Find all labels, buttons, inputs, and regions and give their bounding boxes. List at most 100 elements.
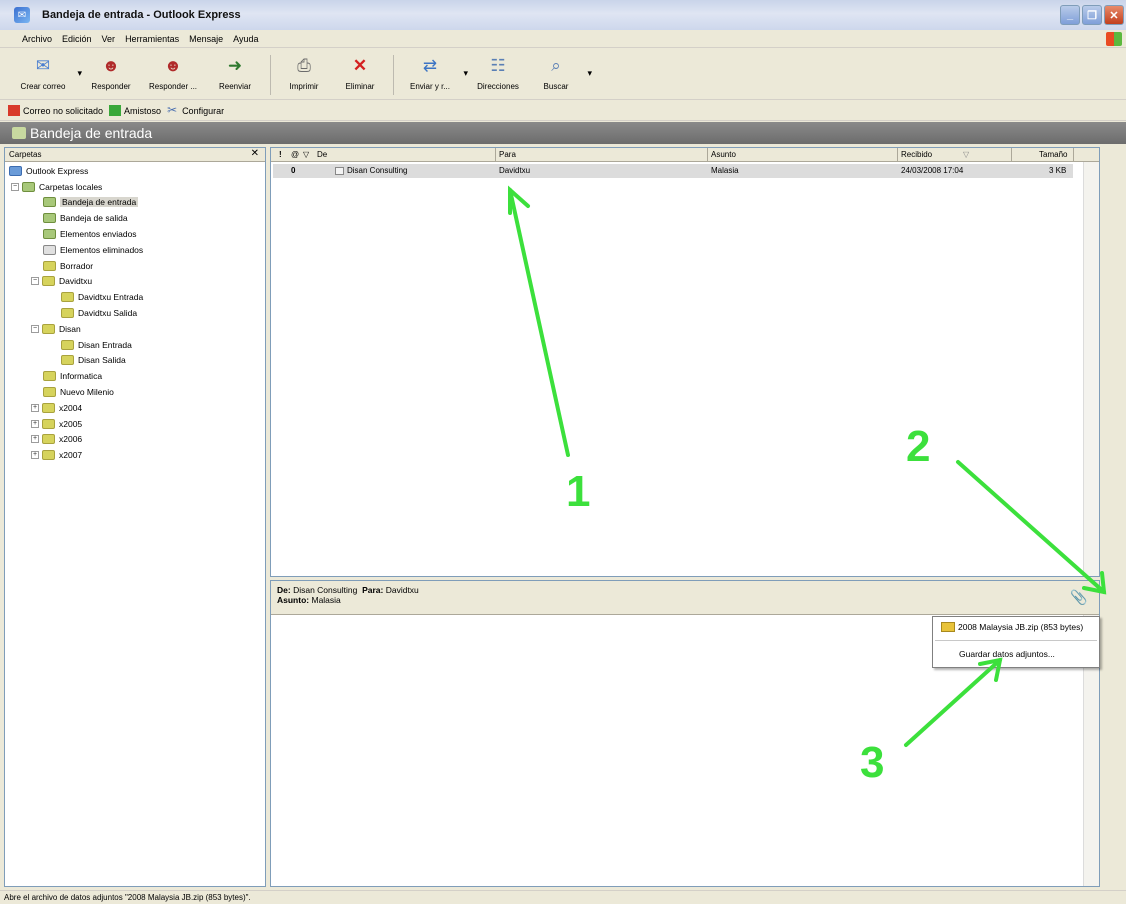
- configure-button[interactable]: ✂ Configurar: [167, 104, 224, 116]
- folder-bar: Bandeja de entrada: [0, 122, 1126, 144]
- folder-x2006[interactable]: + x2006: [5, 432, 265, 448]
- annotation-label-1: 1: [566, 467, 591, 516]
- size-column-header[interactable]: Tamaño: [1039, 150, 1067, 159]
- send-receive-icon: ⇄: [422, 56, 438, 75]
- folder-icon: [22, 181, 35, 192]
- address-book-icon: ☷: [490, 56, 506, 75]
- expand-icon[interactable]: +: [31, 435, 39, 444]
- folder-davidtxu[interactable]: − Davidtxu: [5, 274, 265, 290]
- outlook-express-icon: [9, 165, 22, 176]
- folder-icon: [61, 292, 74, 303]
- outlook-icon: ✉: [14, 7, 30, 23]
- subject-column-header[interactable]: Asunto: [711, 150, 736, 159]
- print-button[interactable]: ⎙ Imprimir: [281, 55, 327, 91]
- find-button[interactable]: ⌕ Buscar ▾: [536, 55, 592, 91]
- minimize-button[interactable]: _: [1060, 5, 1080, 25]
- current-folder-title: Bandeja de entrada: [30, 125, 153, 141]
- collapse-icon[interactable]: −: [11, 182, 19, 191]
- folder-nuevo-milenio[interactable]: Nuevo Milenio: [5, 384, 265, 400]
- message-list-header: ! @ ▽ De Para Asunto Recibido ▽ Tamaño: [271, 148, 1099, 162]
- folder-informatica[interactable]: Informatica: [5, 368, 265, 384]
- folder-drafts[interactable]: Borrador: [5, 258, 265, 274]
- attachment-menu: 2008 Malaysia JB.zip (853 bytes) Guardar…: [932, 616, 1100, 668]
- folder-local-folders[interactable]: − Carpetas locales: [5, 179, 265, 195]
- folder-pane-header: Carpetas ✕: [5, 148, 265, 162]
- attachment-clip-icon: 0: [291, 166, 296, 175]
- folder-deleted[interactable]: Elementos eliminados: [5, 242, 265, 258]
- menu-herramientas[interactable]: Herramientas: [125, 34, 179, 44]
- save-attachments-item[interactable]: Guardar datos adjuntos...: [933, 644, 1099, 664]
- folder-inbox[interactable]: Bandeja de entrada: [5, 195, 265, 211]
- column-divider[interactable]: [897, 148, 898, 162]
- flag-column-header[interactable]: ▽: [303, 150, 309, 159]
- folder-x2005[interactable]: + x2005: [5, 416, 265, 432]
- menu-ayuda[interactable]: Ayuda: [233, 34, 258, 44]
- preview-subject: Malasia: [311, 595, 341, 605]
- expand-icon[interactable]: +: [31, 403, 39, 412]
- priority-column-header[interactable]: !: [279, 150, 282, 159]
- menu-separator: [935, 640, 1097, 641]
- menu-edicion[interactable]: Edición: [62, 34, 92, 44]
- message-size: 3 KB: [1049, 166, 1067, 175]
- menu-mensaje[interactable]: Mensaje: [189, 34, 223, 44]
- forward-button[interactable]: ➜ Reenviar: [210, 55, 260, 91]
- collapse-icon[interactable]: −: [31, 277, 39, 286]
- message-row[interactable]: 0 Disan Consulting Davidtxu Malasia 24/0…: [273, 164, 1073, 178]
- title-bar: ✉ Bandeja de entrada - Outlook Express _…: [0, 0, 1126, 30]
- menu-archivo[interactable]: Archivo: [22, 34, 52, 44]
- outbox-icon: [43, 213, 56, 224]
- folder-disan-entrada[interactable]: Disan Entrada: [5, 337, 265, 353]
- expand-icon[interactable]: +: [31, 451, 39, 460]
- folder-x2007[interactable]: + x2007: [5, 447, 265, 463]
- message-list: ! @ ▽ De Para Asunto Recibido ▽ Tamaño 0…: [270, 147, 1100, 577]
- from-column-header[interactable]: De: [317, 150, 327, 159]
- folder-disan-salida[interactable]: Disan Salida: [5, 353, 265, 369]
- annotation-label-2: 2: [906, 422, 931, 471]
- collapse-icon[interactable]: −: [31, 324, 39, 333]
- attachment-paperclip-icon[interactable]: 📎: [1069, 587, 1089, 607]
- folder-outbox[interactable]: Bandeja de salida: [5, 210, 265, 226]
- maximize-button[interactable]: ❐: [1082, 5, 1102, 25]
- folder-x2004[interactable]: + x2004: [5, 400, 265, 416]
- find-dropdown-icon[interactable]: ▾: [587, 68, 592, 79]
- deleted-items-icon: [43, 244, 56, 255]
- close-button[interactable]: ✕: [1104, 5, 1124, 25]
- windows-logo-icon: [1106, 32, 1122, 46]
- folder-davidtxu-salida[interactable]: Davidtxu Salida: [5, 305, 265, 321]
- message-received: 24/03/2008 17:04: [901, 166, 964, 175]
- delete-button[interactable]: ✕ Eliminar: [337, 55, 383, 91]
- attachment-file-item[interactable]: 2008 Malaysia JB.zip (853 bytes): [933, 617, 1099, 637]
- menu-ver[interactable]: Ver: [102, 34, 116, 44]
- delete-icon: ✕: [352, 56, 368, 75]
- folder-outlook-express[interactable]: Outlook Express: [5, 163, 265, 179]
- status-bar: Abre el archivo de datos adjuntos "2008 …: [0, 890, 1126, 904]
- column-divider[interactable]: [1011, 148, 1012, 162]
- main-toolbar: ✉ Crear correo ▾ ☻ Responder ☻ Responder…: [0, 50, 1126, 100]
- message-to: Davidtxu: [499, 166, 531, 175]
- attachment-column-header[interactable]: @: [291, 150, 299, 159]
- close-folder-pane-icon[interactable]: ✕: [251, 148, 259, 159]
- create-mail-dropdown-icon[interactable]: ▾: [77, 68, 82, 79]
- reply-all-button[interactable]: ☻ Responder ...: [146, 55, 200, 91]
- to-column-header[interactable]: Para: [499, 150, 516, 159]
- toolbar-divider: [393, 55, 394, 95]
- addresses-button[interactable]: ☷ Direcciones: [470, 55, 526, 91]
- received-column-header[interactable]: Recibido: [901, 150, 932, 159]
- send-receive-dropdown-icon[interactable]: ▾: [463, 68, 468, 79]
- folder-disan[interactable]: − Disan: [5, 321, 265, 337]
- junk-mail-button[interactable]: Correo no solicitado: [8, 105, 103, 116]
- friendly-button[interactable]: Amistoso: [109, 105, 161, 116]
- column-divider[interactable]: [707, 148, 708, 162]
- message-list-scrollbar[interactable]: [1083, 162, 1099, 576]
- folder-sent[interactable]: Elementos enviados: [5, 226, 265, 242]
- send-receive-button[interactable]: ⇄ Enviar y r... ▾: [404, 55, 468, 91]
- expand-icon[interactable]: +: [31, 419, 39, 428]
- create-mail-button[interactable]: ✉ Crear correo ▾: [16, 55, 82, 91]
- menu-bar: Archivo Edición Ver Herramientas Mensaje…: [0, 30, 1126, 48]
- window-title: Bandeja de entrada - Outlook Express: [42, 9, 241, 21]
- folder-icon: [42, 276, 55, 287]
- column-divider[interactable]: [495, 148, 496, 162]
- column-divider[interactable]: [1073, 148, 1074, 162]
- folder-davidtxu-entrada[interactable]: Davidtxu Entrada: [5, 289, 265, 305]
- reply-button[interactable]: ☻ Responder: [84, 55, 138, 91]
